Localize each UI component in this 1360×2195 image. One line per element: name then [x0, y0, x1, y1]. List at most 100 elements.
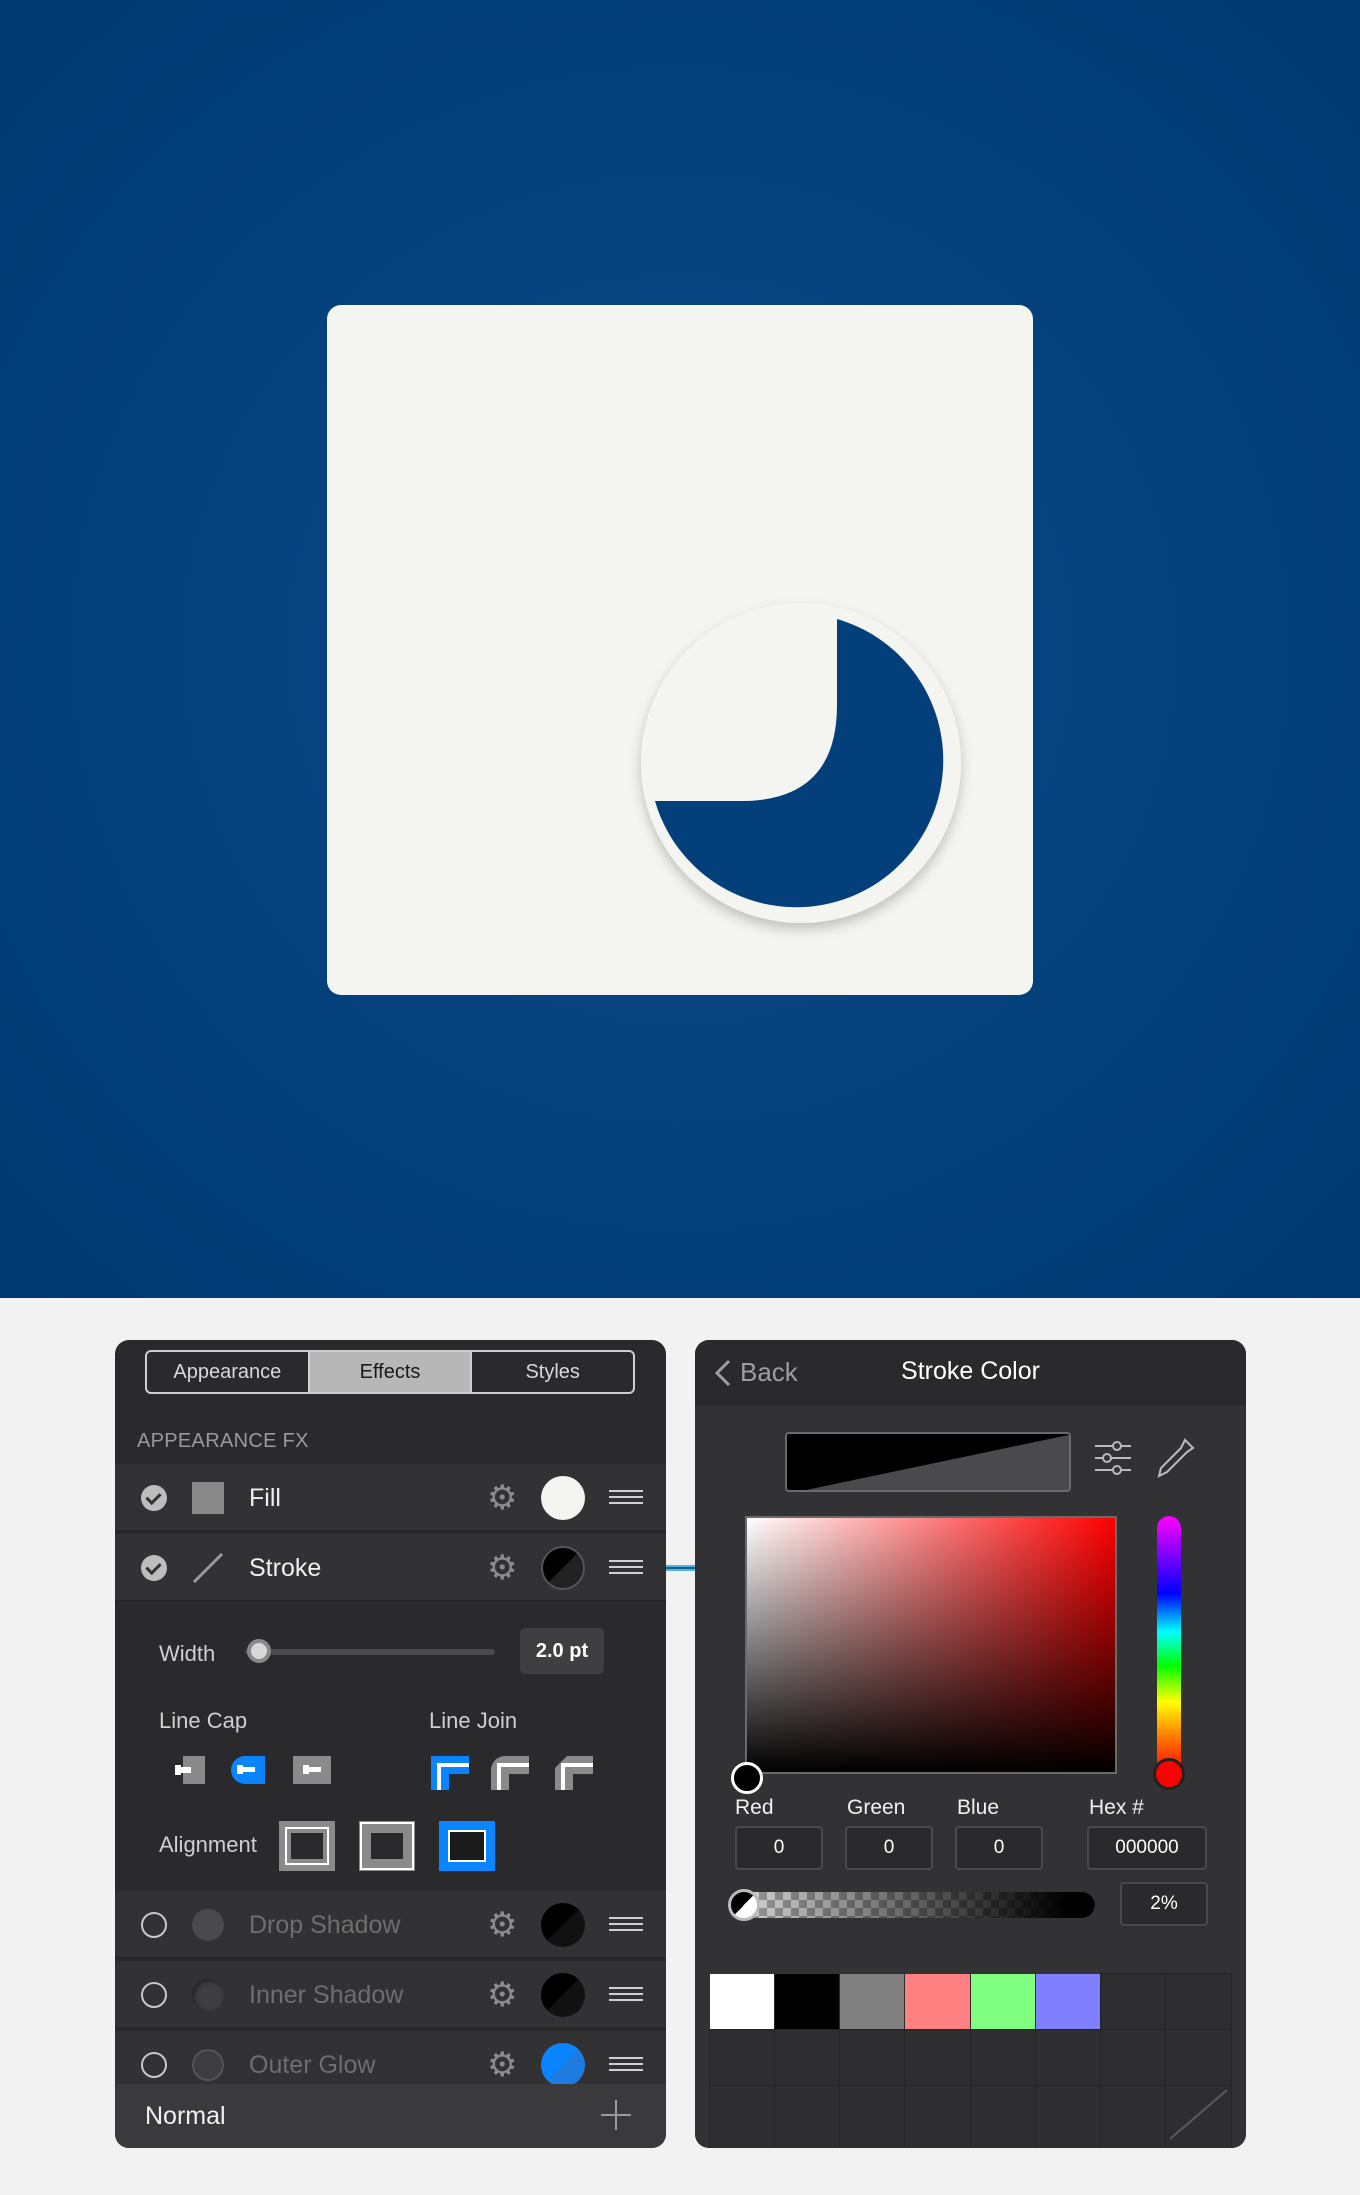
swatch-empty[interactable] [839, 2029, 906, 2086]
line-join-label: Line Join [429, 1708, 518, 1733]
saturation-box[interactable] [745, 1516, 1117, 1774]
tab-styles[interactable]: Styles [472, 1352, 633, 1392]
swatch-empty[interactable] [1034, 2085, 1101, 2148]
fill-square-icon [192, 1482, 224, 1514]
diagonal-slash-icon [1169, 2089, 1228, 2140]
drag-handle-icon[interactable] [609, 1987, 643, 2003]
square-cap-icon[interactable] [291, 1750, 333, 1790]
bevel-join-icon[interactable] [553, 1750, 595, 1790]
opacity-knob[interactable] [728, 1889, 760, 1921]
stroke-color-header: Back Stroke Color [695, 1340, 1246, 1406]
gear-icon[interactable]: ⚙ [487, 1551, 517, 1585]
blue-field[interactable]: 0 [955, 1826, 1043, 1870]
drop-shadow-color-swatch[interactable] [541, 1903, 585, 1947]
gear-icon[interactable]: ⚙ [487, 2048, 517, 2082]
sliders-icon[interactable] [1093, 1438, 1133, 1478]
fill-checkbox[interactable] [141, 1485, 167, 1511]
swatch-empty[interactable] [1165, 2029, 1232, 2086]
swatch-empty[interactable] [969, 2085, 1036, 2148]
width-value[interactable]: 2.0 pt [520, 1628, 604, 1674]
drop-shadow-thumb-icon [192, 1909, 224, 1941]
swatch-empty[interactable] [904, 2085, 971, 2148]
blue-label: Blue [957, 1796, 1000, 1819]
add-effect-icon[interactable] [599, 2098, 633, 2132]
fx-label-stroke: Stroke [249, 1554, 322, 1582]
swatch-gray[interactable] [840, 1974, 905, 2029]
add-swatch-slot[interactable] [1165, 2085, 1232, 2148]
opacity-field[interactable]: 2% [1120, 1882, 1208, 1926]
drag-handle-icon[interactable] [609, 1490, 643, 1506]
tab-effects[interactable]: Effects [309, 1352, 473, 1392]
swatch-grid [708, 1973, 1232, 2148]
width-label: Width [159, 1641, 216, 1666]
swatch-empty[interactable] [839, 2085, 906, 2148]
swatch-empty[interactable] [1099, 2029, 1167, 2086]
drag-handle-icon[interactable] [609, 1560, 643, 1576]
fx-label-fill: Fill [249, 1484, 281, 1512]
swatch-empty[interactable] [969, 2029, 1036, 2086]
swatch-empty[interactable] [1034, 2029, 1101, 2086]
gear-icon[interactable]: ⚙ [487, 1978, 517, 2012]
fx-row-inner-shadow[interactable]: Inner Shadow ⚙ [115, 1961, 666, 2029]
saturation-knob[interactable] [731, 1762, 763, 1794]
eyedropper-icon[interactable] [1155, 1436, 1195, 1480]
tab-appearance[interactable]: Appearance [147, 1352, 310, 1392]
fx-row-stroke[interactable]: Stroke ⚙ [115, 1534, 666, 1602]
swatch-black[interactable] [775, 1974, 840, 2029]
swatch-empty[interactable] [1165, 1973, 1232, 2030]
butt-cap-icon[interactable] [167, 1750, 209, 1790]
drag-handle-icon[interactable] [609, 2057, 643, 2073]
fx-row-drop-shadow[interactable]: Drop Shadow ⚙ [115, 1891, 666, 1959]
green-field[interactable]: 0 [845, 1826, 933, 1870]
artboard [327, 305, 1033, 995]
swatch-white[interactable] [710, 1974, 775, 2029]
inner-shadow-checkbox[interactable] [141, 1982, 167, 2008]
icon-artwork [641, 603, 961, 923]
panel-tabs: Appearance Effects Styles [145, 1350, 635, 1394]
width-slider-track[interactable] [245, 1649, 495, 1655]
swatch-empty[interactable] [708, 2085, 776, 2148]
round-cap-icon[interactable] [225, 1750, 267, 1790]
swatch-purple[interactable] [1035, 1974, 1100, 2029]
fill-color-swatch[interactable] [541, 1476, 585, 1520]
round-join-icon[interactable] [489, 1750, 531, 1790]
swatch-empty[interactable] [904, 2029, 971, 2086]
opacity-slider[interactable] [735, 1892, 1095, 1918]
inner-shadow-color-swatch[interactable] [541, 1973, 585, 2017]
outer-glow-color-swatch[interactable] [541, 2043, 585, 2087]
fx-row-fill[interactable]: Fill ⚙ [115, 1464, 666, 1532]
align-outside-icon[interactable] [439, 1821, 495, 1871]
drop-shadow-checkbox[interactable] [141, 1912, 167, 1938]
swatch-empty[interactable] [1099, 1973, 1167, 2030]
align-center-icon[interactable] [359, 1821, 415, 1871]
hex-field[interactable]: 000000 [1087, 1826, 1207, 1870]
hue-knob[interactable] [1153, 1758, 1185, 1790]
gear-icon[interactable]: ⚙ [487, 1908, 517, 1942]
swatch-pink[interactable] [905, 1974, 970, 2029]
stroke-options: Width 2.0 pt Line Cap Line Join Alignmen… [115, 1604, 666, 1891]
stroke-color-panel: Back Stroke Color Red Green Blue Hex # 0… [695, 1340, 1246, 2148]
stroke-color-swatch[interactable] [541, 1546, 585, 1590]
miter-join-icon[interactable] [429, 1750, 471, 1790]
stroke-checkbox[interactable] [141, 1555, 167, 1581]
swatch-empty[interactable] [774, 2085, 841, 2148]
gear-icon[interactable]: ⚙ [487, 1481, 517, 1515]
blend-mode-select[interactable]: Normal [145, 2102, 226, 2131]
panel-title: Stroke Color [901, 1357, 1040, 1385]
align-inside-icon[interactable] [279, 1821, 335, 1871]
swatch-green[interactable] [970, 1974, 1035, 2029]
drag-handle-icon[interactable] [609, 1917, 643, 1933]
red-field[interactable]: 0 [735, 1826, 823, 1870]
line-cap-label: Line Cap [159, 1708, 248, 1733]
green-label: Green [847, 1796, 906, 1819]
swatch-empty[interactable] [774, 2029, 841, 2086]
width-slider-knob[interactable] [247, 1639, 271, 1663]
hue-slider[interactable] [1157, 1516, 1181, 1774]
section-label: APPEARANCE FX [137, 1430, 309, 1452]
outer-glow-checkbox[interactable] [141, 2052, 167, 2078]
appearance-panel: Appearance Effects Styles APPEARANCE FX … [115, 1340, 666, 2148]
fx-label-drop-shadow: Drop Shadow [249, 1911, 401, 1939]
bottom-bar: Normal [115, 2084, 666, 2148]
swatch-empty[interactable] [708, 2029, 776, 2086]
swatch-empty[interactable] [1099, 2085, 1167, 2148]
